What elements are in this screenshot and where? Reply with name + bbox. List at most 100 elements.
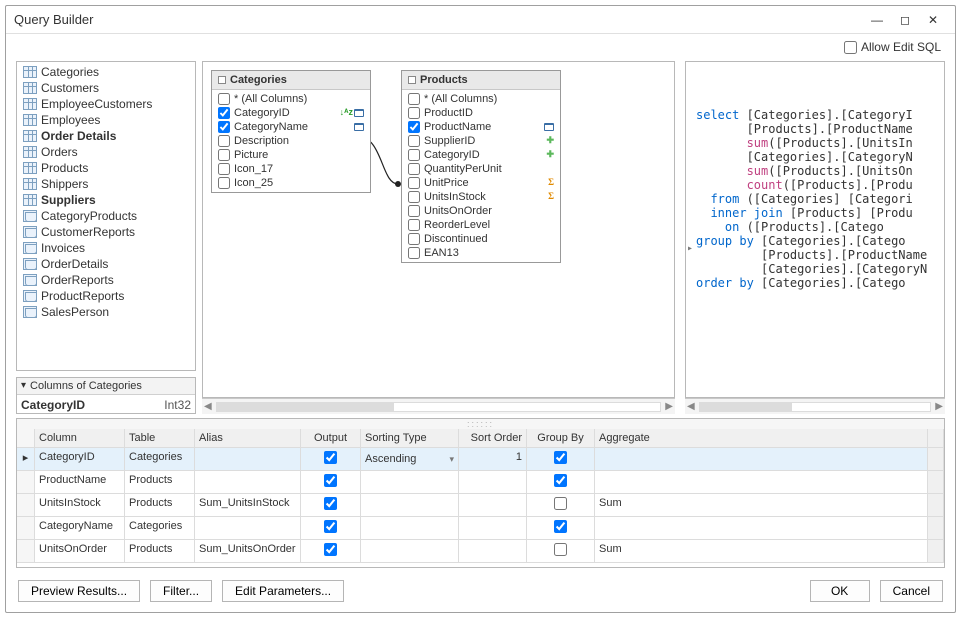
cell-output[interactable] bbox=[301, 494, 361, 516]
cell-table[interactable]: Products bbox=[125, 494, 195, 516]
field-row[interactable]: ProductName bbox=[402, 120, 560, 134]
cell-sorting[interactable] bbox=[361, 540, 459, 562]
column-info-row[interactable]: CategoryNa...String(15) bbox=[21, 413, 191, 414]
column-info-row[interactable]: CategoryIDInt32 bbox=[21, 397, 191, 413]
cell-groupby[interactable] bbox=[527, 494, 595, 516]
col-header-table[interactable]: Table bbox=[125, 429, 195, 447]
row-selector[interactable] bbox=[17, 494, 35, 516]
grid-row[interactable]: CategoryNameCategories bbox=[17, 517, 944, 540]
cell-aggregate[interactable]: Sum bbox=[595, 494, 928, 516]
cell-groupby[interactable] bbox=[527, 540, 595, 562]
columns-panel-header[interactable]: ▾ Columns of Categories bbox=[17, 378, 195, 395]
grid-row[interactable]: ▸CategoryIDCategories Ascending▾1 bbox=[17, 448, 944, 471]
field-row[interactable]: UnitsInStockΣ bbox=[402, 190, 560, 204]
tree-item[interactable]: Invoices bbox=[19, 240, 193, 256]
field-checkbox[interactable] bbox=[218, 121, 230, 133]
ok-button[interactable]: OK bbox=[810, 580, 870, 602]
tree-item[interactable]: Products bbox=[19, 160, 193, 176]
col-header-column[interactable]: Column bbox=[35, 429, 125, 447]
output-checkbox[interactable] bbox=[324, 497, 337, 510]
cell-sorting[interactable] bbox=[361, 517, 459, 539]
field-row[interactable]: CategoryName bbox=[212, 120, 370, 134]
output-checkbox[interactable] bbox=[324, 520, 337, 533]
maximize-button[interactable]: ◻ bbox=[891, 13, 919, 27]
groupby-checkbox[interactable] bbox=[554, 543, 567, 556]
field-row[interactable]: QuantityPerUnit bbox=[402, 162, 560, 176]
grid-row[interactable]: UnitsOnOrderProductsSum_UnitsOnOrderSum bbox=[17, 540, 944, 563]
cell-column[interactable]: CategoryID bbox=[35, 448, 125, 470]
diagram-table-categories[interactable]: Categories * (All Columns)CategoryID↓ᴬᴢC… bbox=[211, 70, 371, 193]
cell-table[interactable]: Categories bbox=[125, 448, 195, 470]
cell-sorting[interactable]: Ascending▾ bbox=[361, 448, 459, 470]
cell-table[interactable]: Products bbox=[125, 540, 195, 562]
minimize-button[interactable]: — bbox=[863, 13, 891, 27]
cell-sorting[interactable] bbox=[361, 494, 459, 516]
diagram-hscroll[interactable]: ◀▶ bbox=[202, 398, 675, 414]
field-checkbox[interactable] bbox=[218, 107, 230, 119]
field-row[interactable]: UnitsOnOrder bbox=[402, 204, 560, 218]
col-header-alias[interactable]: Alias bbox=[195, 429, 301, 447]
field-row[interactable]: Description bbox=[212, 134, 370, 148]
cell-output[interactable] bbox=[301, 517, 361, 539]
cell-groupby[interactable] bbox=[527, 471, 595, 493]
cell-column[interactable]: ProductName bbox=[35, 471, 125, 493]
diagram-canvas[interactable]: Categories * (All Columns)CategoryID↓ᴬᴢC… bbox=[202, 61, 675, 399]
filter-button[interactable]: Filter... bbox=[150, 580, 212, 602]
grid-row[interactable]: ProductNameProducts bbox=[17, 471, 944, 494]
field-checkbox[interactable] bbox=[218, 177, 230, 189]
tree-item[interactable]: CategoryProducts bbox=[19, 208, 193, 224]
cell-sortorder[interactable] bbox=[459, 540, 527, 562]
field-row[interactable]: ProductID bbox=[402, 106, 560, 120]
row-selector[interactable]: ▸ bbox=[17, 448, 35, 470]
col-header-sortorder[interactable]: Sort Order bbox=[459, 429, 527, 447]
cell-aggregate[interactable] bbox=[595, 471, 928, 493]
preview-results-button[interactable]: Preview Results... bbox=[18, 580, 140, 602]
tree-item[interactable]: Order Details bbox=[19, 128, 193, 144]
row-selector[interactable] bbox=[17, 471, 35, 493]
edit-parameters-button[interactable]: Edit Parameters... bbox=[222, 580, 344, 602]
row-selector[interactable] bbox=[17, 540, 35, 562]
cell-alias[interactable]: Sum_UnitsOnOrder bbox=[195, 540, 301, 562]
cell-aggregate[interactable] bbox=[595, 517, 928, 539]
cell-column[interactable]: CategoryName bbox=[35, 517, 125, 539]
close-button[interactable]: ✕ bbox=[919, 13, 947, 27]
tree-item[interactable]: CustomerReports bbox=[19, 224, 193, 240]
table-tree[interactable]: CategoriesCustomersEmployeeCustomersEmpl… bbox=[16, 61, 196, 371]
tree-item[interactable]: SalesPerson bbox=[19, 304, 193, 320]
col-header-groupby[interactable]: Group By bbox=[527, 429, 595, 447]
groupby-checkbox[interactable] bbox=[554, 520, 567, 533]
field-checkbox[interactable] bbox=[218, 93, 230, 105]
cell-sortorder[interactable]: 1 bbox=[459, 448, 527, 470]
field-row[interactable]: Icon_17 bbox=[212, 162, 370, 176]
field-checkbox[interactable] bbox=[218, 135, 230, 147]
tree-item[interactable]: Suppliers bbox=[19, 192, 193, 208]
tree-item[interactable]: Shippers bbox=[19, 176, 193, 192]
sql-hscroll[interactable]: ◀▶ bbox=[685, 398, 945, 414]
cell-output[interactable] bbox=[301, 448, 361, 470]
field-checkbox[interactable] bbox=[218, 149, 230, 161]
output-checkbox[interactable] bbox=[324, 543, 337, 556]
tree-item[interactable]: Orders bbox=[19, 144, 193, 160]
field-row[interactable]: ReorderLevel bbox=[402, 218, 560, 232]
cell-alias[interactable] bbox=[195, 471, 301, 493]
field-checkbox[interactable] bbox=[408, 233, 420, 245]
output-checkbox[interactable] bbox=[324, 451, 337, 464]
field-checkbox[interactable] bbox=[408, 121, 420, 133]
field-row[interactable]: Icon_25 bbox=[212, 176, 370, 190]
field-row[interactable]: * (All Columns) bbox=[402, 92, 560, 106]
cancel-button[interactable]: Cancel bbox=[880, 580, 943, 602]
field-checkbox[interactable] bbox=[408, 247, 420, 259]
cell-groupby[interactable] bbox=[527, 448, 595, 470]
field-checkbox[interactable] bbox=[408, 205, 420, 217]
col-header-output[interactable]: Output bbox=[301, 429, 361, 447]
cell-alias[interactable] bbox=[195, 448, 301, 470]
field-row[interactable]: CategoryID✚ bbox=[402, 148, 560, 162]
groupby-checkbox[interactable] bbox=[554, 474, 567, 487]
field-checkbox[interactable] bbox=[408, 135, 420, 147]
tree-item[interactable]: Employees bbox=[19, 112, 193, 128]
grid-resizer[interactable]: :::::: bbox=[17, 419, 944, 429]
cell-column[interactable]: UnitsOnOrder bbox=[35, 540, 125, 562]
cell-output[interactable] bbox=[301, 471, 361, 493]
tree-item[interactable]: OrderDetails bbox=[19, 256, 193, 272]
sql-text[interactable]: ▸ select [Categories].[CategoryI [Produc… bbox=[685, 61, 945, 399]
